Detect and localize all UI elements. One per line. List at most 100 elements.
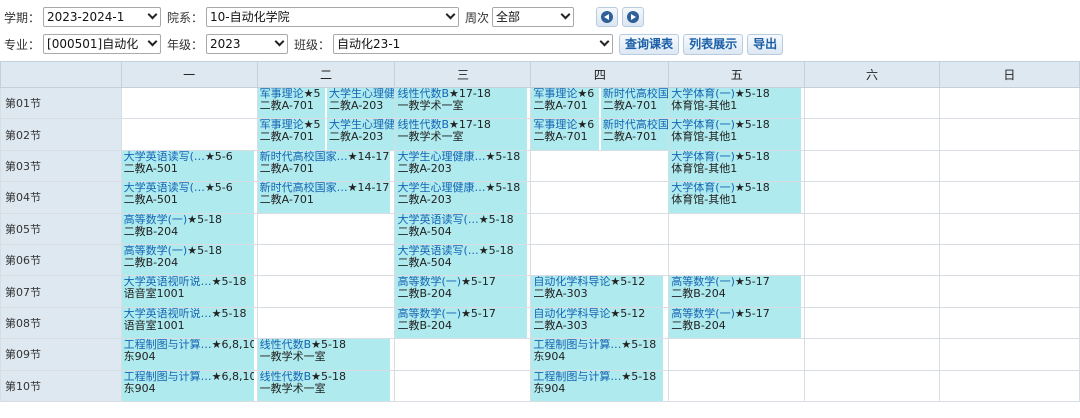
course-block[interactable]: 自动化学科导论★5-12 二教A-303 <box>531 307 664 339</box>
course-block[interactable]: 大学英语读写(…★5-18 二教A-504 <box>395 244 528 276</box>
course-block[interactable]: 线性代数B★17-18 一教学术一室 <box>395 88 528 119</box>
cell-content <box>805 339 938 369</box>
course-name[interactable]: 大学体育(一) <box>671 151 735 163</box>
course-name[interactable]: 高等数学(一) <box>124 214 188 226</box>
course-name[interactable]: 大学生心理健康… <box>397 151 485 163</box>
cell-content <box>669 371 804 401</box>
cell-content <box>805 276 938 306</box>
course-title-line: 工程制图与计算…★6,8,10 <box>124 371 254 383</box>
course-block[interactable]: 大学体育(一)★5-18 体育馆-其他1 <box>669 150 802 182</box>
timetable-cell <box>804 338 940 371</box>
course-block[interactable]: 大学英语读写(…★5-18 二教A-504 <box>395 213 528 244</box>
course-name[interactable]: 工程制图与计算… <box>124 371 212 383</box>
course-block[interactable]: 大学英语视听说…★5-18 语音室1001 <box>121 307 254 339</box>
course-weeks: ★5-17 <box>734 276 770 289</box>
course-name[interactable]: 大学英语读写(… <box>397 214 478 226</box>
course-weeks: ★5-18 <box>734 119 770 132</box>
course-block[interactable]: 大学英语读写(…★5-6 二教A-501 <box>121 150 254 182</box>
course-block[interactable]: 高等数学(一)★5-18 二教B-204 <box>121 244 254 276</box>
course-block[interactable]: 高等数学(一)★5-17 二教B-204 <box>395 276 528 307</box>
major-select[interactable]: [000501]自动化 <box>43 34 162 54</box>
timetable-cell: 自动化学科导论★5-12 二教A-303 <box>530 275 670 308</box>
chevron-down-icon <box>560 9 571 20</box>
timetable-cell <box>804 243 940 277</box>
course-name[interactable]: 工程制图与计算… <box>533 371 621 383</box>
course-name[interactable]: 大学英语读写(… <box>124 151 205 163</box>
course-title-line: 高等数学(一)★5-17 <box>397 308 525 320</box>
course-name[interactable]: 高等数学(一) <box>671 308 735 320</box>
course-weeks: ★5-6 <box>204 182 233 195</box>
prev-week-button[interactable] <box>596 7 619 27</box>
course-block[interactable]: 新时代高校国 二教A-701 <box>600 88 669 119</box>
grade-select-value: 2023 <box>210 37 241 51</box>
course-block[interactable]: 高等数学(一)★5-17 二教B-204 <box>669 276 802 307</box>
course-block[interactable]: 大学英语视听说…★5-18 语音室1001 <box>121 276 254 307</box>
course-block[interactable]: 军事理论★6 二教A-701 <box>531 88 599 119</box>
list-view-button[interactable]: 列表展示 <box>683 33 744 55</box>
dept-label: 院系： <box>167 10 204 25</box>
course-title-line: 高等数学(一)★5-18 <box>124 214 252 226</box>
course-room: 二教B-204 <box>397 287 452 301</box>
course-block[interactable]: 新时代高校国 二教A-701 <box>600 119 669 150</box>
course-block[interactable]: 军事理论★5 二教A-701 <box>257 119 326 150</box>
course-block[interactable]: 线性代数B★17-18 一教学术一室 <box>395 119 528 150</box>
timetable-cell <box>256 306 396 340</box>
course-block[interactable]: 高等数学(一)★5-17 二教B-204 <box>669 307 802 339</box>
course-block[interactable]: 高等数学(一)★5-17 二教B-204 <box>395 307 528 339</box>
course-block[interactable]: 线性代数B★5-18 一教学术一室 <box>257 339 390 370</box>
filter-panel: 学期： 2023-2024-1 院系： 10-自动化学院 周次 全部 专业： [… <box>0 0 1080 58</box>
next-week-button[interactable] <box>622 7 645 27</box>
course-weeks: ★5-18 <box>734 182 770 195</box>
course-block[interactable]: 大学体育(一)★5-18 体育馆-其他1 <box>669 119 802 150</box>
course-name[interactable]: 大学英语视听说… <box>124 308 212 320</box>
cell-content: 高等数学(一)★5-18 二教B-204 <box>121 213 257 244</box>
course-block[interactable]: 大学体育(一)★5-18 体育馆-其他1 <box>669 88 802 119</box>
course-block[interactable]: 工程制图与计算…★6,8,10 东904 <box>121 339 254 370</box>
course-name[interactable]: 自动化学科导论 <box>533 308 610 320</box>
course-block[interactable]: 高等数学(一)★5-18 二教B-204 <box>121 213 254 244</box>
course-block[interactable]: 大学生心理健康…★5-18 二教A-203 <box>395 182 528 213</box>
timetable-cell <box>804 181 940 214</box>
timetable-row: 第07节 大学英语视听说…★5-18 语音室1001 高等数学(一)★5-17 二教B-… <box>0 275 1080 308</box>
course-name[interactable]: 线性代数B <box>260 371 312 383</box>
course-name[interactable]: 新时代高校国家… <box>260 151 348 163</box>
course-block[interactable]: 大学体育(一)★5-18 体育馆-其他1 <box>669 182 802 213</box>
day-header: 六 <box>804 61 940 88</box>
course-block[interactable]: 工程制图与计算…★6,8,10 东904 <box>121 370 254 401</box>
course-block[interactable]: 大学生心理健 二教A-203 <box>327 88 395 119</box>
day-header: 五 <box>668 61 806 88</box>
course-block[interactable]: 新时代高校国家…★14-17 二教A-701 <box>257 150 390 182</box>
timetable-cell: 高等数学(一)★5-18 二教B-204 <box>120 243 258 277</box>
course-block[interactable]: 自动化学科导论★5-12 二教A-303 <box>531 276 664 307</box>
course-room: 二教A-701 <box>533 99 588 112</box>
term-select[interactable]: 2023-2024-1 <box>43 7 162 27</box>
dept-select[interactable]: 10-自动化学院 <box>206 7 460 27</box>
course-block[interactable]: 新时代高校国家…★14-17 二教A-701 <box>257 182 390 213</box>
course-name[interactable]: 高等数学(一) <box>397 308 461 320</box>
period-label: 第02节 <box>0 118 122 151</box>
cell-content <box>258 245 395 275</box>
class-label: 班级： <box>294 37 331 52</box>
course-block[interactable]: 工程制图与计算…★5-18 东904 <box>531 370 664 401</box>
timetable-cell: 大学生心理健康…★5-18 二教A-203 <box>394 149 532 183</box>
course-weeks: ★14-17 <box>347 150 390 163</box>
course-room: 二教A-701 <box>602 99 658 112</box>
course-room: 一教学术一室 <box>397 130 464 144</box>
course-block[interactable]: 线性代数B★5-18 一教学术一室 <box>257 370 390 401</box>
course-block[interactable]: 军事理论★5 二教A-701 <box>257 88 326 119</box>
week-select[interactable]: 全部 <box>492 7 575 27</box>
cell-content: 大学英语读写(…★5-6 二教A-501 <box>121 182 257 213</box>
course-block[interactable]: 军事理论★6 二教A-701 <box>531 119 599 150</box>
cell-content <box>805 214 938 244</box>
export-button[interactable]: 导出 <box>747 33 784 55</box>
course-block[interactable]: 大学英语读写(…★5-6 二教A-501 <box>121 182 254 213</box>
course-block[interactable]: 大学生心理健 二教A-203 <box>327 119 395 150</box>
timetable-cell <box>668 212 806 245</box>
query-timetable-button[interactable]: 查询课表 <box>619 33 680 55</box>
grade-select[interactable]: 2023 <box>206 34 289 54</box>
course-block[interactable]: 大学生心理健康…★5-18 二教A-203 <box>395 150 528 182</box>
cell-content <box>395 339 530 369</box>
class-select[interactable]: 自动化23-1 <box>333 34 614 54</box>
class-select-value: 自动化23-1 <box>337 37 401 51</box>
course-block[interactable]: 工程制图与计算…★5-18 东904 <box>531 339 664 370</box>
